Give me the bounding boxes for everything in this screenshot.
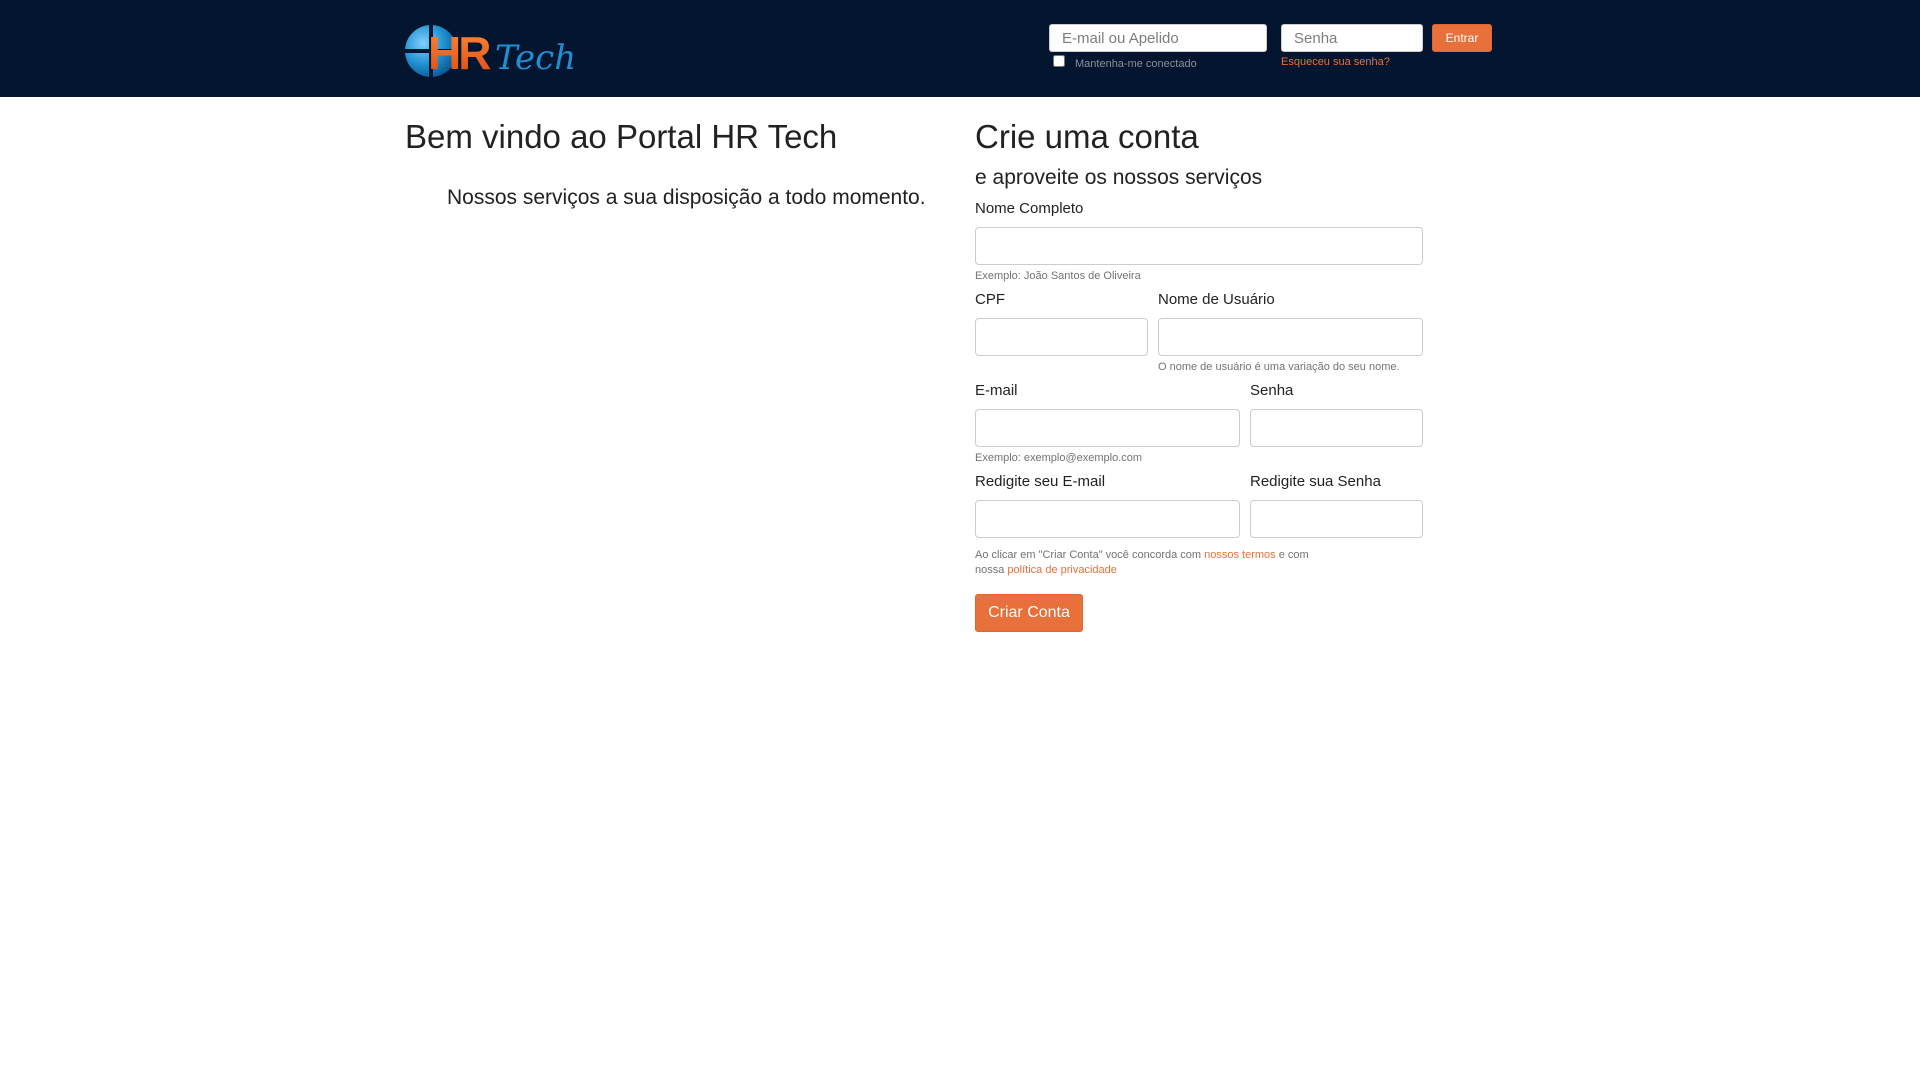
password-label: Senha <box>1250 382 1294 399</box>
username-help: O nome de usuário é uma variação do seu … <box>1158 361 1400 373</box>
signup-subtitle: e aproveite os nossos serviços <box>975 166 1263 189</box>
cpf-label: CPF <box>975 291 1005 308</box>
terms-prefix: Ao clicar em "Criar Conta" você concorda… <box>975 549 1205 561</box>
password-input[interactable] <box>1250 409 1423 447</box>
username-input[interactable] <box>1158 318 1423 356</box>
terms-link[interactable]: nossos termos <box>1204 549 1276 561</box>
signup-title: Crie uma conta <box>975 118 1199 155</box>
privacy-policy-link[interactable]: política de privacidade <box>1007 564 1116 576</box>
svg-text:HR: HR <box>428 27 491 79</box>
login-button[interactable]: Entrar <box>1432 24 1492 52</box>
welcome-title: Bem vindo ao Portal HR Tech <box>405 118 838 155</box>
hrtech-logo[interactable]: HR Tech <box>404 22 574 80</box>
login-email-input[interactable] <box>1049 24 1267 52</box>
hrtech-logo-graphic: HR Tech <box>405 25 574 79</box>
email-confirm-label: Redigite seu E-mail <box>975 473 1106 490</box>
welcome-text: Nossos serviços a sua disposição a todo … <box>447 186 926 209</box>
full-name-input[interactable] <box>975 227 1423 265</box>
create-account-button[interactable]: Criar Conta <box>975 594 1083 632</box>
svg-text:Tech: Tech <box>495 38 574 78</box>
email-input[interactable] <box>975 409 1240 447</box>
remember-me-label: Mantenha-me conectado <box>1075 58 1197 70</box>
email-help: Exemplo: exemplo@exemplo.com <box>975 452 1143 464</box>
password-confirm-label: Redigite sua Senha <box>1250 473 1381 490</box>
full-name-label: Nome Completo <box>975 200 1084 217</box>
username-label: Nome de Usuário <box>1158 291 1275 308</box>
forgot-password-link[interactable]: Esqueceu sua senha? <box>1281 56 1390 68</box>
cpf-input[interactable] <box>975 318 1148 356</box>
full-name-help: Exemplo: João Santos de Oliveira <box>975 270 1141 282</box>
remember-me-checkbox[interactable] <box>1053 55 1065 67</box>
terms-notice: Ao clicar em "Criar Conta" você concorda… <box>975 548 1335 578</box>
email-label: E-mail <box>975 382 1018 399</box>
email-confirm-input[interactable] <box>975 500 1240 538</box>
header-bar: HR Tech Entrar Mantenha-me conectado Esq… <box>0 0 1920 97</box>
login-password-input[interactable] <box>1281 24 1423 52</box>
password-confirm-input[interactable] <box>1250 500 1423 538</box>
